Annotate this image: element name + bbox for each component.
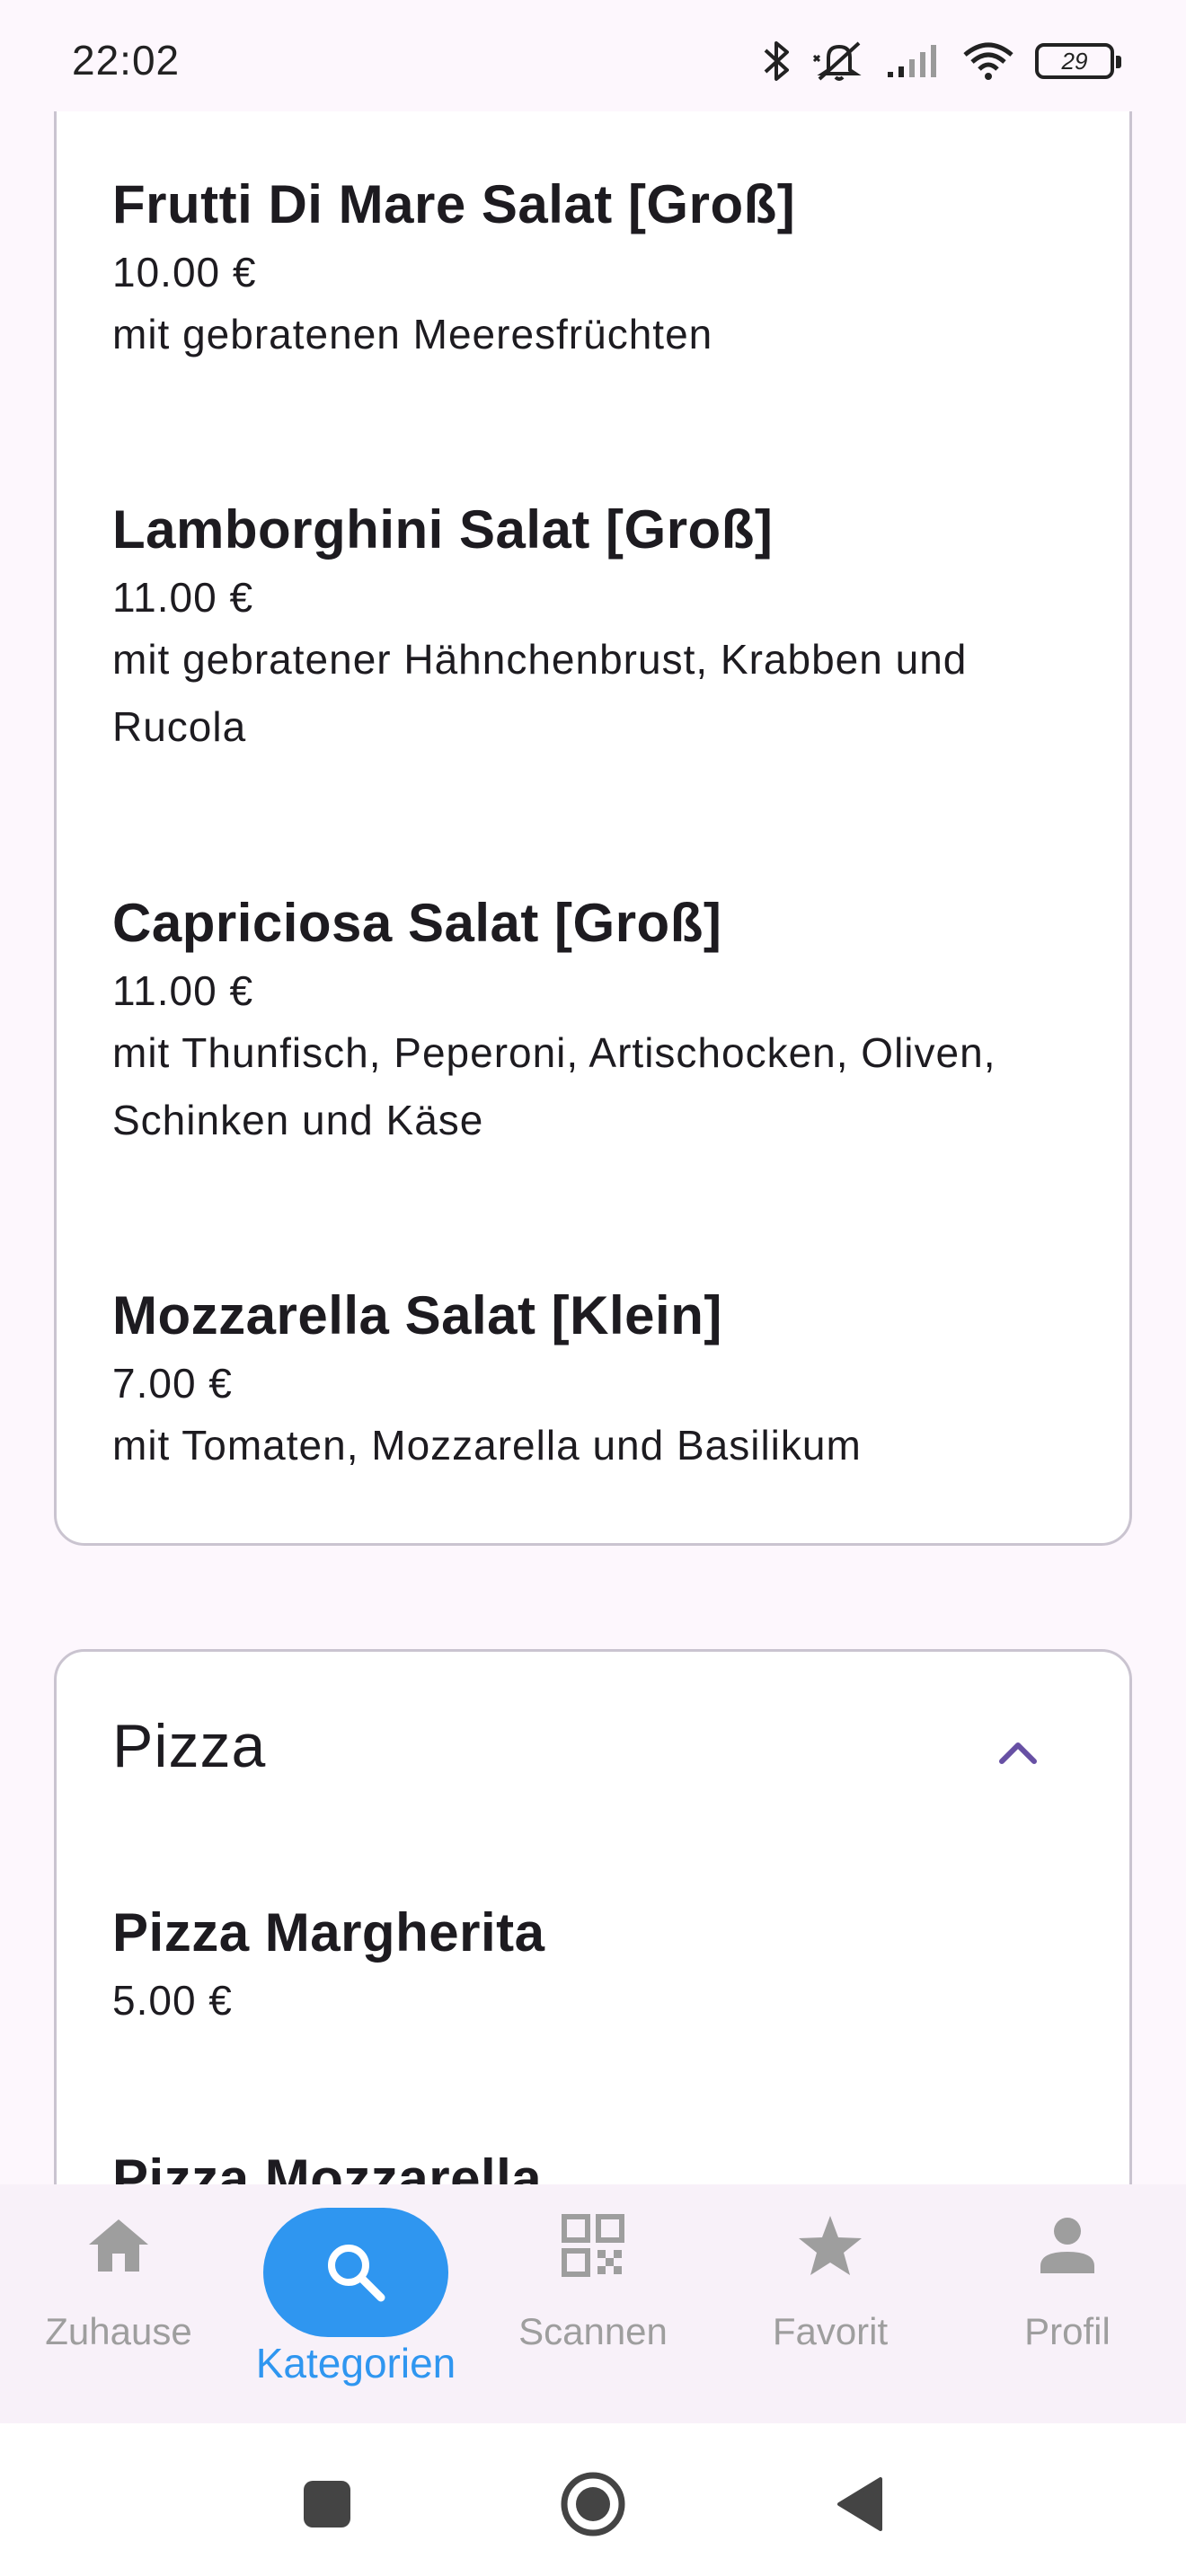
category-title[interactable]: Pizza (112, 1711, 266, 1781)
menu-content[interactable]: Frutti Di Mare Salat [Groß] 10.00 € mit … (0, 111, 1186, 2184)
battery-level: 29 (1061, 47, 1088, 75)
bottom-navigation: Zuhause Kategorien Scannen Favorit Profi… (0, 2184, 1186, 2423)
nav-label: Zuhause (45, 2310, 192, 2352)
signal-icon (886, 43, 942, 79)
mute-icon (812, 38, 866, 84)
battery-icon: 29 (1035, 43, 1121, 79)
nav-item-kategorien[interactable]: Kategorien (237, 2184, 474, 2423)
item-price: 5.00 € (112, 1977, 233, 2024)
bluetooth-icon (762, 38, 792, 84)
nav-item-zuhause[interactable]: Zuhause (0, 2184, 237, 2423)
item-price: 11.00 € (112, 967, 254, 1014)
menu-item[interactable]: Frutti Di Mare Salat [Groß] 10.00 € mit … (112, 173, 1083, 368)
category-card-salat: Frutti Di Mare Salat [Groß] 10.00 € mit … (54, 111, 1132, 1546)
collapse-button[interactable] (989, 1724, 1047, 1781)
item-description: mit Tomaten, Mozzarella und Basilikum (112, 1422, 862, 1469)
menu-item[interactable]: Mozzarella Salat [Klein] 7.00 € mit Toma… (112, 1284, 1083, 1479)
person-icon (1018, 2210, 1117, 2281)
item-name: Frutti Di Mare Salat [Groß] (112, 174, 796, 234)
menu-item[interactable]: Pizza Margherita 5.00 € (112, 1901, 1083, 2025)
wifi-icon (961, 40, 1015, 82)
item-name: Pizza Mozzarella (112, 2148, 543, 2184)
item-name: Mozzarella Salat [Klein] (112, 1285, 722, 1345)
recents-button[interactable] (291, 2468, 363, 2540)
status-icons: 29 (762, 34, 1121, 88)
category-card-pizza: Pizza Pizza Margherita 5.00 € Pizza Mozz… (54, 1649, 1132, 2184)
item-name: Capriciosa Salat [Groß] (112, 893, 722, 953)
app-screen: 22:02 29 Frutti Di Mare Salat [Groß] 10.… (0, 0, 1186, 2576)
system-navigation-bar (0, 2423, 1186, 2576)
nav-label: Kategorien (255, 2340, 456, 2386)
nav-item-profil[interactable]: Profil (949, 2184, 1186, 2423)
item-description: mit gebratener Hähnchenbrust, Krabben un… (112, 636, 968, 750)
nav-label: Favorit (772, 2310, 889, 2352)
item-name: Lamborghini Salat [Groß] (112, 499, 774, 560)
nav-label: Scannen (518, 2310, 668, 2352)
item-price: 7.00 € (112, 1360, 233, 1407)
nav-item-scannen[interactable]: Scannen (474, 2184, 712, 2423)
nav-label: Profil (1024, 2310, 1111, 2352)
item-price: 10.00 € (112, 249, 257, 296)
item-price: 11.00 € (112, 574, 254, 621)
star-icon (781, 2210, 880, 2281)
item-description: mit Thunfisch, Peperoni, Artischocken, O… (112, 1029, 996, 1143)
item-name: Pizza Margherita (112, 1902, 545, 1963)
home-icon (69, 2210, 168, 2281)
back-triangle-icon (837, 2477, 882, 2531)
chevron-up-icon (999, 1742, 1037, 1764)
item-description: mit gebratenen Meeresfrüchten (112, 311, 713, 357)
nav-item-favorit[interactable]: Favorit (712, 2184, 949, 2423)
back-button[interactable] (823, 2468, 895, 2540)
menu-item[interactable]: Pizza Mozzarella (112, 2148, 1083, 2184)
status-time: 22:02 (72, 37, 181, 84)
home-button[interactable] (557, 2468, 629, 2540)
home-circle-icon (561, 2472, 625, 2536)
menu-item[interactable]: Capriciosa Salat [Groß] 11.00 € mit Thun… (112, 892, 1083, 1154)
menu-item[interactable]: Lamborghini Salat [Groß] 11.00 € mit geb… (112, 498, 1083, 761)
status-bar: 22:02 29 (0, 0, 1186, 111)
search-icon (263, 2208, 448, 2337)
qr-code-icon (544, 2210, 642, 2281)
recents-icon (304, 2481, 350, 2527)
